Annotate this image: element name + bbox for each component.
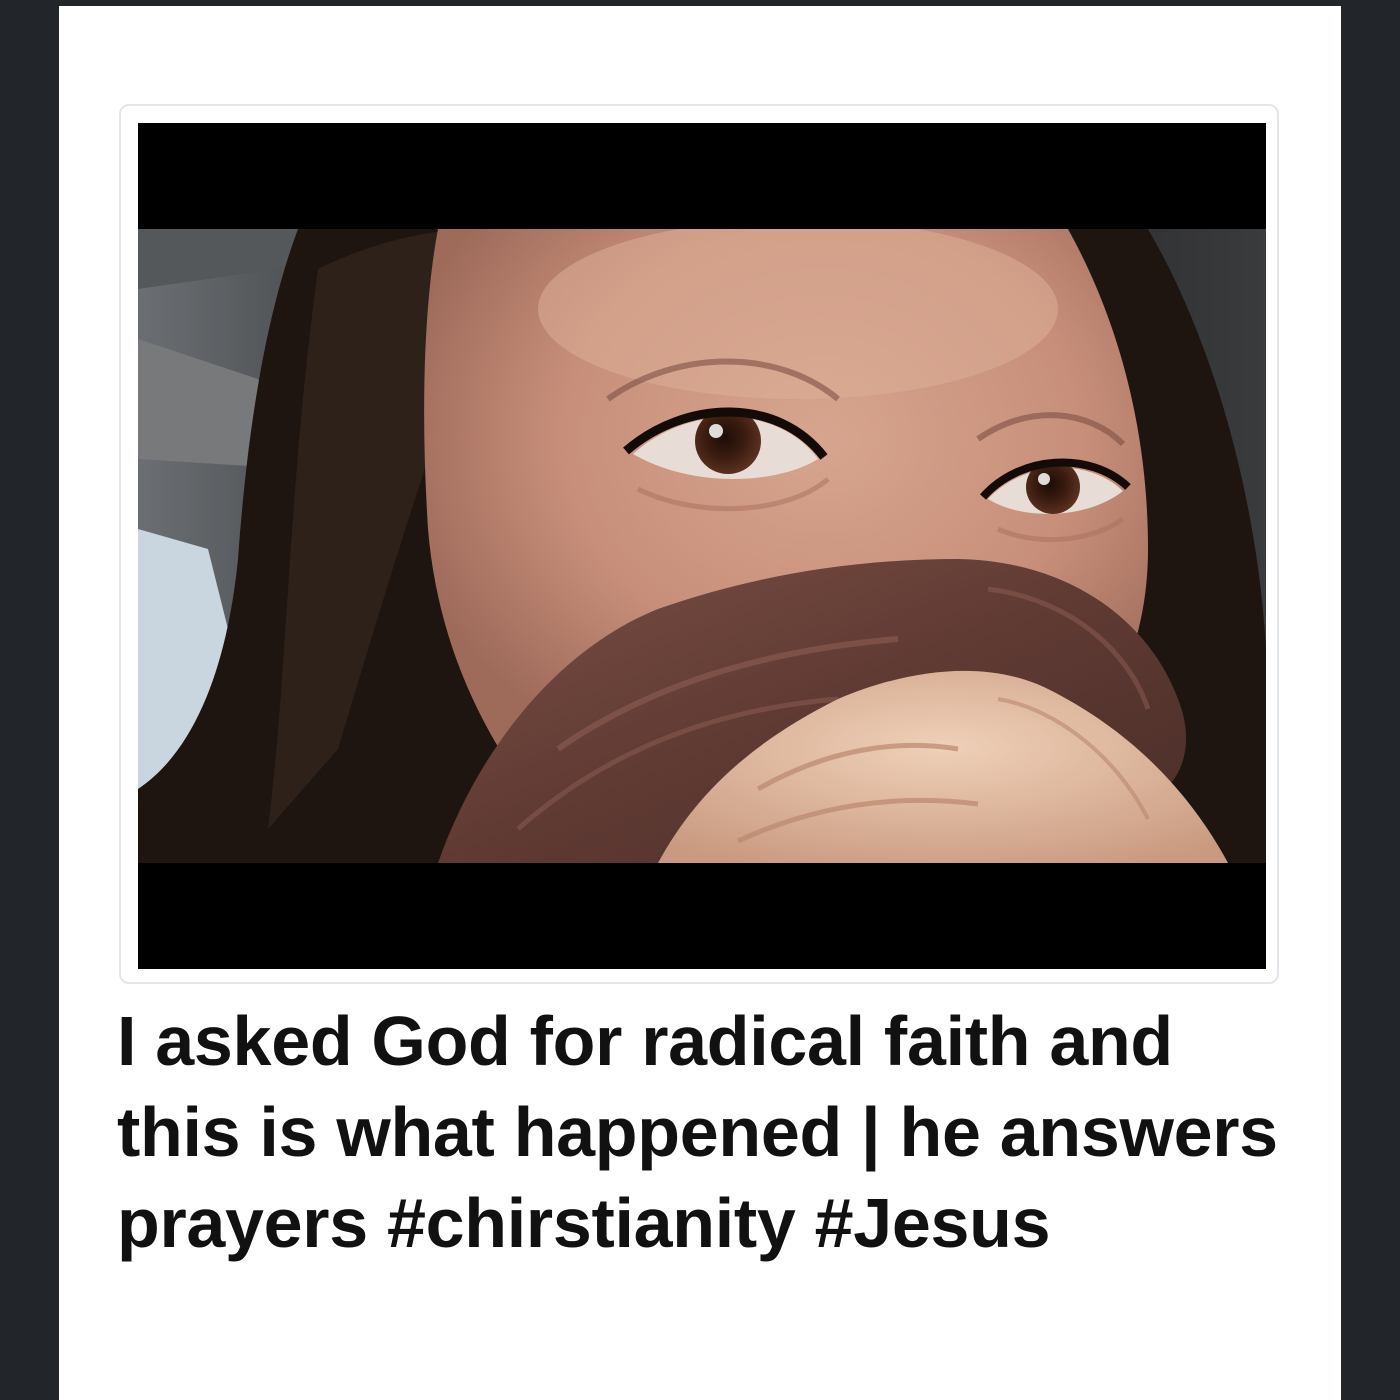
video-thumbnail[interactable] bbox=[138, 123, 1266, 969]
content-panel: I asked God for radical faith and this i… bbox=[59, 6, 1341, 1400]
video-title[interactable]: I asked God for radical faith and this i… bbox=[117, 996, 1297, 1269]
thumbnail-image bbox=[138, 229, 1266, 863]
thumbnail-photo-illustration bbox=[138, 229, 1266, 863]
video-card[interactable] bbox=[119, 104, 1279, 984]
